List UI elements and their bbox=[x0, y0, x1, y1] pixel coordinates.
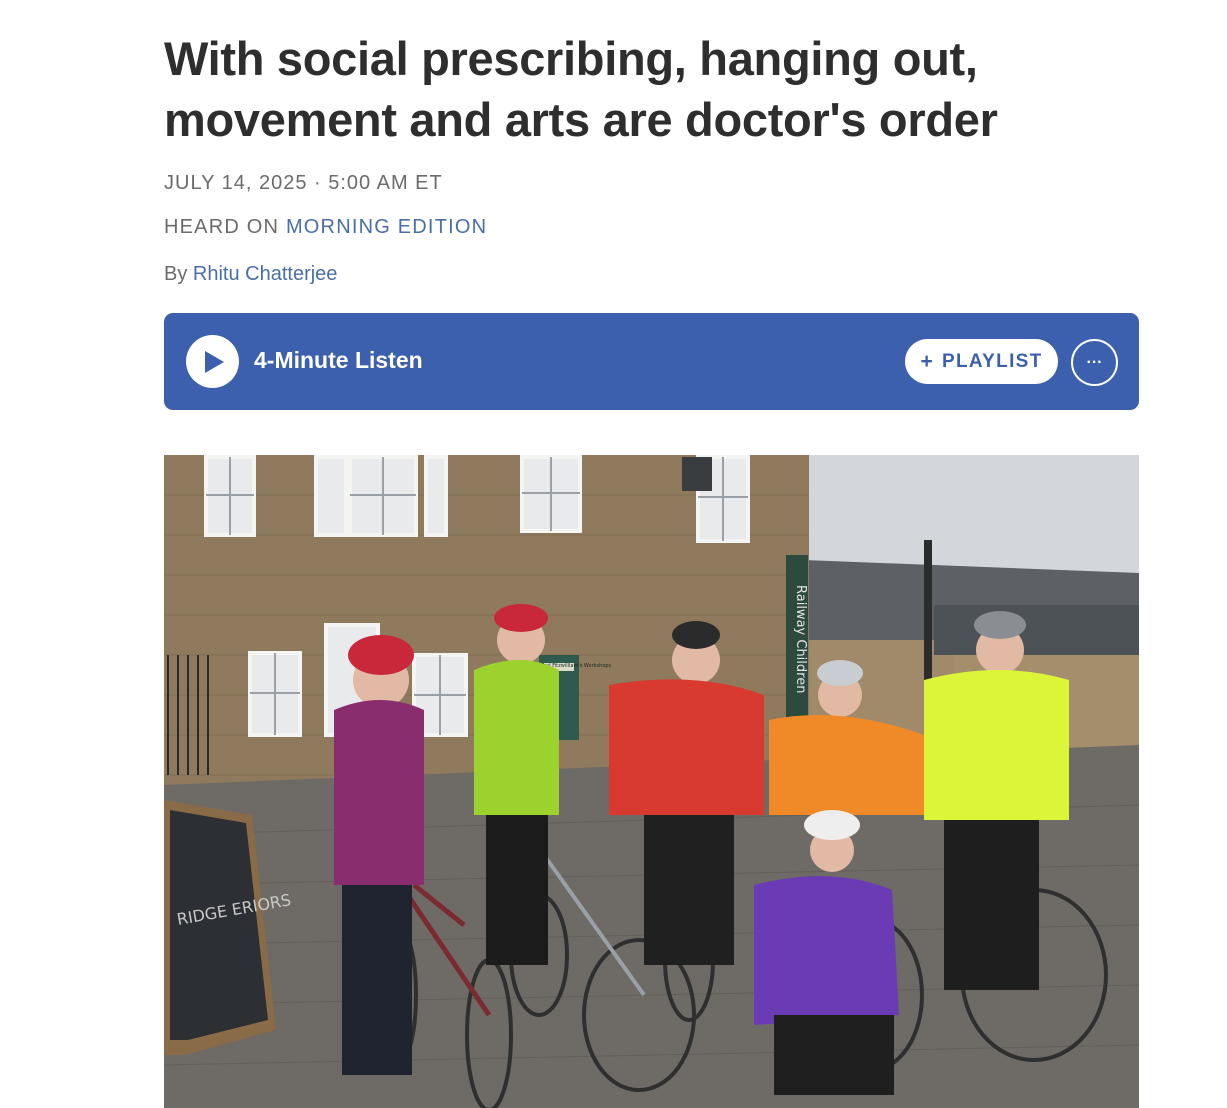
heard-on-prefix: HEARD ON bbox=[164, 216, 280, 238]
article-photo: Railway Children Earl Fitzwilliam's Work… bbox=[164, 455, 1139, 1108]
heard-on: HEARD ON MORNING EDITION bbox=[164, 216, 487, 239]
byline-prefix: By bbox=[164, 263, 188, 285]
more-options-button[interactable]: ··· bbox=[1071, 339, 1118, 386]
plus-icon: + bbox=[920, 349, 935, 373]
article-dateline: JULY 14, 2025 · 5:00 AM ET bbox=[164, 172, 443, 194]
railway-children-sign: Railway Children bbox=[793, 585, 808, 693]
byline: By Rhitu Chatterjee bbox=[164, 263, 337, 286]
play-button[interactable] bbox=[186, 335, 239, 388]
audio-player: 4-Minute Listen + PLAYLIST ··· bbox=[164, 313, 1139, 410]
article-headline: With social prescribing, hanging out, mo… bbox=[164, 32, 998, 146]
cyclists-photo-illustration: Railway Children Earl Fitzwilliam's Work… bbox=[164, 455, 1139, 1108]
ellipsis-icon: ··· bbox=[1086, 353, 1103, 371]
listen-duration-label: 4-Minute Listen bbox=[254, 347, 423, 373]
add-to-playlist-button[interactable]: + PLAYLIST bbox=[905, 339, 1058, 384]
playlist-label: PLAYLIST bbox=[942, 350, 1043, 372]
show-link-morning-edition[interactable]: MORNING EDITION bbox=[286, 216, 487, 238]
play-icon bbox=[205, 351, 224, 373]
author-link[interactable]: Rhitu Chatterjee bbox=[193, 263, 338, 285]
